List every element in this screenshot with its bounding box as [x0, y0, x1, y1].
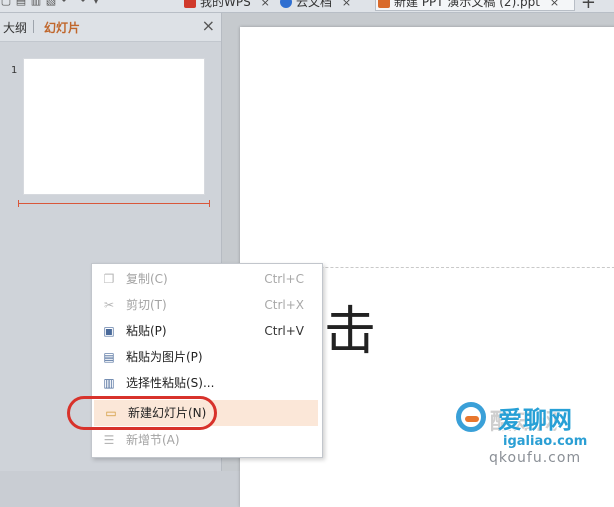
- annotation-circle: [67, 396, 217, 430]
- menu-item-label: 剪切(T): [126, 298, 167, 312]
- tab-current-presentation[interactable]: 新建 PPT 演示文稿 (2).ppt ×: [375, 0, 575, 11]
- preview-icon[interactable]: ▧: [45, 0, 57, 8]
- close-icon[interactable]: ×: [261, 0, 270, 9]
- undo-icon[interactable]: ↶: [60, 0, 72, 8]
- menu-item-paste[interactable]: ▣ 粘贴(P) Ctrl+V: [92, 318, 322, 344]
- menu-item-paste-as-picture[interactable]: ▤ 粘贴为图片(P): [92, 344, 322, 370]
- scissors-icon: ✂: [103, 298, 115, 312]
- close-icon[interactable]: ×: [550, 0, 559, 9]
- new-file-icon[interactable]: ▢: [0, 0, 12, 8]
- cloud-icon: [280, 0, 292, 8]
- close-icon[interactable]: ×: [342, 0, 351, 9]
- watermark-url: igaliao.com: [503, 434, 588, 449]
- watermark-url-secondary: qkoufu.com: [489, 450, 582, 466]
- slide-number: 1: [11, 65, 18, 76]
- close-icon[interactable]: ×: [202, 16, 215, 35]
- ppt-file-icon: [378, 0, 390, 8]
- menu-item-shortcut: Ctrl+C: [264, 272, 304, 286]
- copy-icon: ❐: [103, 272, 115, 286]
- tab-label: 云文档: [296, 0, 333, 9]
- menu-item-cut[interactable]: ✂ 剪切(T) Ctrl+X: [92, 292, 322, 318]
- new-section-icon: ☰: [103, 433, 115, 447]
- menu-item-label: 选择性粘贴(S)...: [126, 376, 215, 390]
- quick-access-toolbar: ▢ ▤ ▥ ▧ ↶ ↷ ▾: [0, 0, 102, 12]
- tab-divider: [33, 20, 34, 33]
- pane-header: 大纲 幻灯片 ×: [0, 13, 221, 42]
- paste-picture-icon: ▤: [103, 350, 115, 364]
- wps-logo-icon: [184, 0, 196, 8]
- menu-item-label: 新增节(A): [126, 433, 180, 447]
- open-file-icon[interactable]: ▤: [15, 0, 27, 8]
- menu-item-new-section[interactable]: ☰ 新增节(A): [92, 427, 322, 453]
- menu-item-label: 复制(C): [126, 272, 168, 286]
- menu-item-copy[interactable]: ❐ 复制(C) Ctrl+C: [92, 266, 322, 292]
- title-bar: ▢ ▤ ▥ ▧ ↶ ↷ ▾ 我的WPS × 云文档 × 新建 PPT 演示文稿 …: [0, 0, 614, 13]
- watermark-text: 爱聊网: [498, 406, 573, 434]
- new-tab-button[interactable]: +: [581, 0, 596, 12]
- tab-label: 我的WPS: [200, 0, 251, 9]
- tab-cloud-docs[interactable]: 云文档 ×: [278, 0, 368, 11]
- tab-label: 新建 PPT 演示文稿 (2).ppt: [394, 0, 540, 9]
- chevron-down-icon[interactable]: ▾: [90, 0, 102, 8]
- tab-my-wps[interactable]: 我的WPS ×: [182, 0, 274, 11]
- menu-item-paste-special[interactable]: ▥ 选择性粘贴(S)...: [92, 370, 322, 396]
- slide-thumbnail[interactable]: [24, 59, 204, 194]
- insertion-marker: [18, 200, 210, 207]
- paste-icon: ▣: [103, 324, 115, 338]
- paste-special-icon: ▥: [103, 376, 115, 390]
- tab-outline[interactable]: 大纲: [3, 19, 27, 36]
- menu-item-label: 粘贴(P): [126, 324, 167, 338]
- print-icon[interactable]: ▥: [30, 0, 42, 8]
- menu-item-shortcut: Ctrl+X: [264, 298, 304, 312]
- menu-item-shortcut: Ctrl+V: [264, 324, 304, 338]
- redo-icon[interactable]: ↷: [75, 0, 87, 8]
- watermark-logo-icon: [456, 402, 486, 432]
- menu-item-label: 粘贴为图片(P): [126, 350, 203, 364]
- tab-slides[interactable]: 幻灯片: [44, 19, 80, 36]
